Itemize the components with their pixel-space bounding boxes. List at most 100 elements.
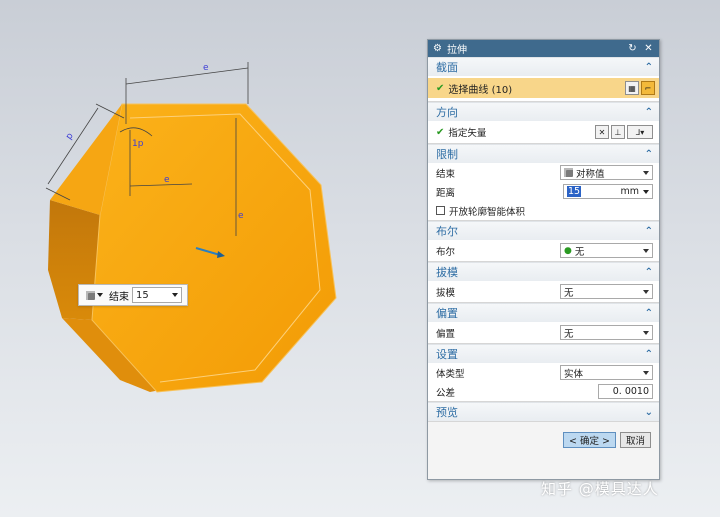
chevron-down-icon — [643, 330, 649, 335]
tolerance-input[interactable]: 0. 0010 — [598, 384, 653, 399]
distance-value: 15 — [567, 186, 582, 197]
solid-body-icon — [85, 290, 95, 300]
open-profile-row: 开放轮廓智能体积 — [428, 201, 659, 220]
check-icon: ✔ — [436, 82, 445, 94]
chevron-up-icon[interactable]: ⌃ — [645, 107, 653, 118]
dialog-title: 拉伸 — [446, 45, 467, 56]
watermark: 知乎 @模具达人 — [541, 480, 659, 498]
limits-header[interactable]: 限制 ⌃ — [428, 144, 659, 163]
chevron-up-icon[interactable]: ⌃ — [645, 349, 653, 360]
draft-title: 拔模 — [436, 266, 458, 279]
distance-input[interactable]: 15 mm — [563, 184, 653, 199]
tolerance-label: 公差 — [436, 387, 456, 399]
body-type-row: 体类型 实体 — [428, 363, 659, 382]
chevron-up-icon[interactable]: ⌃ — [645, 267, 653, 278]
mini-end-value-select[interactable]: 15 — [132, 287, 182, 303]
boolean-header[interactable]: 布尔 ⌃ — [428, 221, 659, 240]
chevron-up-icon[interactable]: ⌃ — [645, 62, 653, 73]
open-profile-checkbox[interactable] — [436, 206, 445, 215]
end-label: 结束 — [436, 168, 456, 180]
chevron-down-icon — [643, 248, 649, 253]
end-row: 结束 对称值 — [428, 163, 659, 182]
dialog-titlebar[interactable]: ⚙ 拉伸 ↻ ✕ — [428, 40, 659, 57]
section-title: 截面 — [436, 61, 458, 74]
direction-panel: 方向 ⌃ ✔ 指定矢量 ✕ ⊥ ⅃▾ — [428, 102, 659, 144]
offset-header[interactable]: 偏置 ⌃ — [428, 303, 659, 322]
boolean-title: 布尔 — [436, 225, 458, 238]
settings-panel: 设置 ⌃ 体类型 实体 公差 0. 0010 — [428, 344, 659, 402]
dim-label-inner-h: e — [164, 175, 170, 185]
select-curve-row[interactable]: ✔ 选择曲线 (10) ▦ ⌐ — [428, 78, 659, 98]
distance-label: 距离 — [436, 187, 456, 199]
boolean-row: 布尔 ● 无 — [428, 240, 659, 261]
dim-label-top: e — [203, 63, 209, 73]
mini-end-label: 结束 — [109, 291, 129, 303]
limit-mini-toolbar: 结束 15 — [78, 284, 188, 306]
reset-icon[interactable]: ↻ — [627, 43, 638, 54]
boolean-panel: 布尔 ⌃ 布尔 ● 无 — [428, 221, 659, 262]
select-curve-label: 选择曲线 (10) — [448, 84, 513, 96]
offset-select[interactable]: 无 — [560, 325, 653, 340]
chevron-down-icon — [643, 370, 649, 375]
close-icon[interactable]: ✕ — [643, 43, 654, 54]
body-type-value: 实体 — [564, 368, 584, 380]
dim-label-inner-v: e — [238, 211, 244, 221]
check-icon: ✔ — [436, 126, 445, 138]
preview-header[interactable]: 预览 ⌄ — [428, 402, 659, 421]
preview-title: 预览 — [436, 406, 458, 419]
tolerance-value: 0. 0010 — [612, 386, 649, 397]
preview-panel: 预览 ⌄ — [428, 402, 659, 422]
boolean-select[interactable]: ● 无 — [560, 243, 653, 258]
section-header[interactable]: 截面 ⌃ — [428, 57, 659, 76]
ok-button[interactable]: < 确定 > — [563, 432, 616, 448]
vector-type-dropdown[interactable]: ⅃▾ — [627, 125, 653, 139]
sketch-section-button[interactable]: ▦ — [625, 81, 639, 95]
mini-end-value: 15 — [136, 289, 149, 301]
chevron-up-icon[interactable]: ⌃ — [645, 308, 653, 319]
draft-row: 拔模 无 — [428, 281, 659, 302]
offset-value: 无 — [564, 328, 574, 340]
specify-vector-row: ✔ 指定矢量 ✕ ⊥ ⅃▾ — [428, 121, 659, 143]
draft-header[interactable]: 拔模 ⌃ — [428, 262, 659, 281]
open-profile-label: 开放轮廓智能体积 — [449, 206, 526, 218]
end-value: 对称值 — [576, 168, 605, 180]
direction-header[interactable]: 方向 ⌃ — [428, 102, 659, 121]
specify-vector-label: 指定矢量 — [448, 128, 487, 139]
offset-label: 偏置 — [436, 328, 456, 340]
chevron-down-icon[interactable]: ⌄ — [645, 407, 653, 418]
chevron-down-icon[interactable] — [643, 189, 649, 194]
tolerance-row: 公差 0. 0010 — [428, 382, 659, 401]
section-panel: 截面 ⌃ ✔ 选择曲线 (10) ▦ ⌐ — [428, 57, 659, 102]
draft-value: 无 — [564, 287, 574, 299]
chevron-down-icon — [96, 293, 103, 297]
boolean-value: 无 — [574, 246, 585, 258]
cancel-button[interactable]: 取消 — [619, 432, 651, 448]
symmetric-value-icon — [564, 168, 573, 177]
settings-header[interactable]: 设置 ⌃ — [428, 344, 659, 363]
body-type-select[interactable]: 实体 — [560, 365, 653, 380]
vector-constructor-button[interactable]: ⊥ — [611, 125, 625, 139]
front-face — [91, 103, 337, 393]
offset-row: 偏置 无 — [428, 322, 659, 343]
dialog-footer: < 确定 > 取消 — [428, 429, 659, 451]
distance-unit[interactable]: mm — [620, 186, 639, 197]
boolean-none-icon: ● — [564, 245, 572, 256]
chevron-down-icon — [643, 289, 649, 294]
body-type-dropdown[interactable] — [82, 287, 106, 303]
distance-row: 距离 15 mm — [428, 182, 659, 201]
chevron-up-icon[interactable]: ⌃ — [645, 149, 653, 160]
limits-panel: 限制 ⌃ 结束 对称值 距离 15 mm 开放轮廓智能体积 — [428, 144, 659, 221]
draft-panel: 拔模 ⌃ 拔模 无 — [428, 262, 659, 303]
body-type-label: 体类型 — [436, 368, 465, 380]
chevron-up-icon[interactable]: ⌃ — [645, 226, 653, 237]
gear-icon[interactable]: ⚙ — [433, 43, 442, 54]
draft-select[interactable]: 无 — [560, 284, 653, 299]
limits-title: 限制 — [436, 148, 458, 161]
end-select[interactable]: 对称值 — [560, 165, 653, 180]
extrude-dialog: ⚙ 拉伸 ↻ ✕ 截面 ⌃ ✔ 选择曲线 (10) ▦ ⌐ 方向 ⌃ ✔ 指定矢… — [427, 39, 660, 480]
boolean-label: 布尔 — [436, 246, 456, 258]
settings-title: 设置 — [436, 348, 458, 361]
curve-select-button[interactable]: ⌐ — [641, 81, 655, 95]
reverse-direction-button[interactable]: ✕ — [595, 125, 609, 139]
chevron-down-icon — [643, 170, 649, 175]
